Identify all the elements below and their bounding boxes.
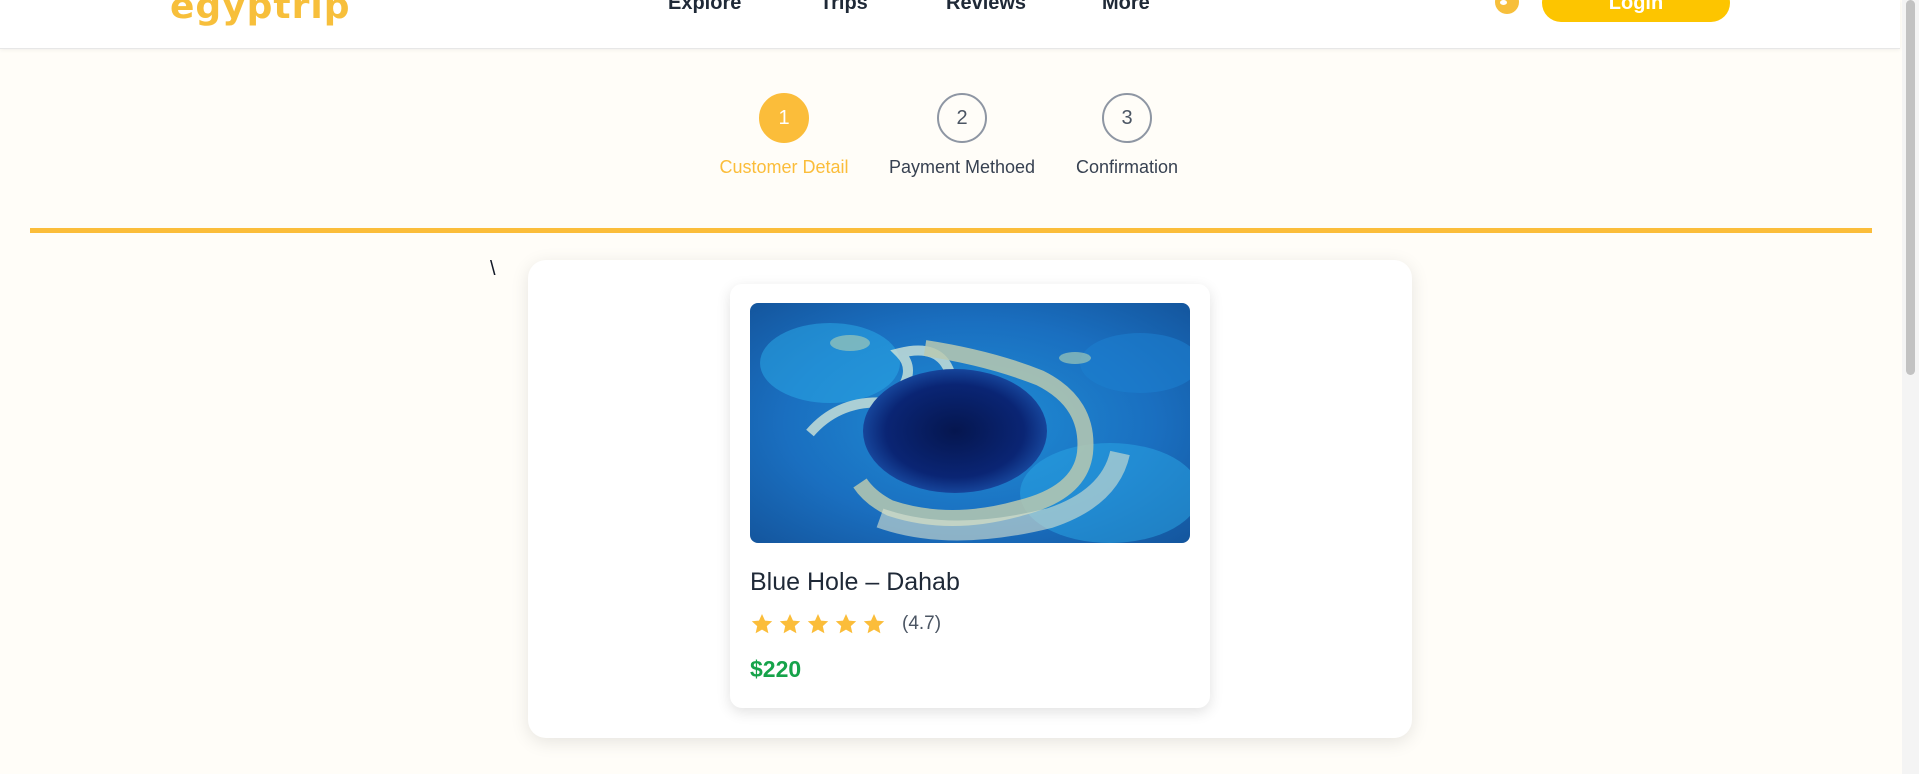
login-button[interactable]: Login <box>1542 0 1730 22</box>
top-navigation-bar: egyptrip Explore Trips Reviews More Logi… <box>0 0 1900 49</box>
nav-link-trips[interactable]: Trips <box>820 0 946 15</box>
nav-link-more[interactable]: More <box>1102 0 1182 15</box>
nav-link-reviews[interactable]: Reviews <box>946 0 1102 15</box>
star-icon <box>835 614 857 634</box>
step-number-circle: 3 <box>1102 93 1152 143</box>
star-icon <box>779 614 801 634</box>
step-label: Customer Detail <box>719 157 849 177</box>
step-number-circle: 1 <box>759 93 809 143</box>
scrollbar-thumb[interactable] <box>1906 0 1915 375</box>
nav-link-explore[interactable]: Explore <box>668 0 820 15</box>
stray-text: \ <box>490 258 496 280</box>
trip-title: Blue Hole – Dahab <box>750 568 960 596</box>
star-icon <box>863 614 885 634</box>
trip-price: $220 <box>750 656 802 682</box>
logo[interactable]: egyptrip <box>170 0 351 27</box>
page-scrollbar[interactable] <box>1902 0 1919 774</box>
trip-card[interactable]: Blue Hole – Dahab (4.7) $220 <box>730 284 1210 708</box>
step-confirmation: 3 Confirmation <box>1027 93 1227 178</box>
star-icon <box>751 614 773 634</box>
step-number-circle: 2 <box>937 93 987 143</box>
trip-image <box>750 303 1190 543</box>
nav-links: Explore Trips Reviews More <box>668 0 1182 15</box>
globe-icon[interactable] <box>1495 0 1519 14</box>
step-label: Confirmation <box>1075 157 1179 177</box>
star-icon <box>807 614 829 634</box>
step-progress-line <box>30 228 1872 233</box>
rating-row: (4.7) <box>750 612 941 636</box>
rating-value: (4.7) <box>902 613 942 634</box>
step-customer-detail: 1 Customer Detail <box>684 93 884 178</box>
